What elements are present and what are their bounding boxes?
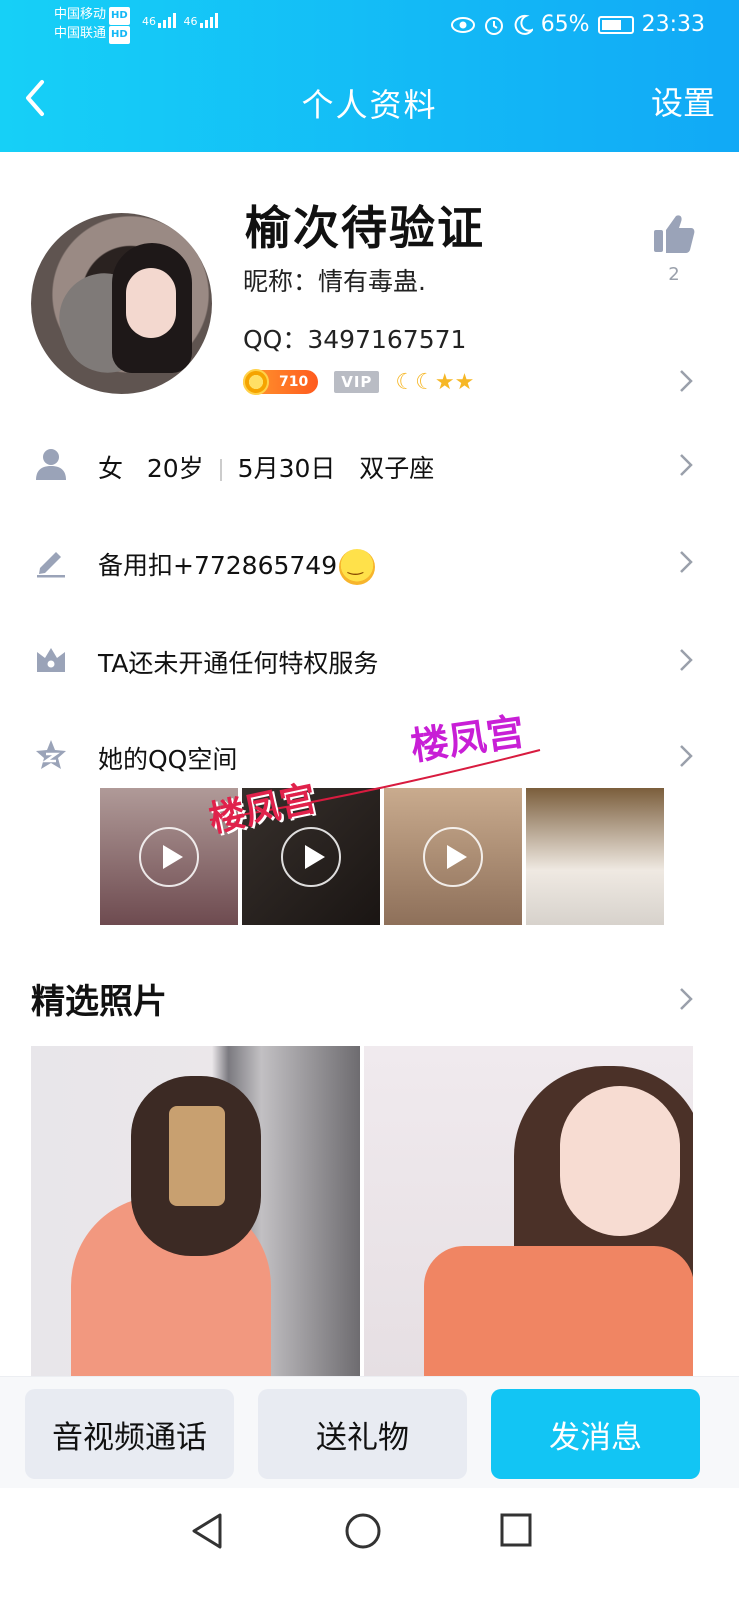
chevron-right-icon xyxy=(678,743,694,769)
birthday: 5月30日 xyxy=(237,454,336,483)
level-stars-icon: ☾☾★★ xyxy=(395,369,475,395)
signal-icon: 46 46 xyxy=(142,12,218,28)
header-bar: 中国移动 HD 中国联通 HD 46 46 65% 23:33 个人资料 设置 xyxy=(0,0,739,152)
recents-square-icon[interactable] xyxy=(499,1512,533,1548)
eye-icon xyxy=(450,16,475,33)
profile-name: 榆次待验证 xyxy=(245,201,485,255)
coin-badge: 710 xyxy=(243,369,319,395)
carrier-2: 中国联通 xyxy=(54,26,107,41)
play-icon xyxy=(423,827,483,887)
avatar[interactable] xyxy=(31,213,212,394)
network-type: 46 xyxy=(142,15,156,28)
signature: 备用扣+772865749 xyxy=(98,546,376,585)
send-message-button[interactable]: 发消息 xyxy=(491,1389,700,1479)
video-call-button[interactable]: 音视频通话 xyxy=(25,1389,234,1479)
zodiac: 双子座 xyxy=(359,454,435,483)
like-count: 2 xyxy=(668,264,680,285)
privilege-text: TA还未开通任何特权服务 xyxy=(98,649,379,678)
selected-photo[interactable] xyxy=(364,1046,693,1376)
nav-bar: 个人资料 设置 xyxy=(0,72,739,128)
selected-photo[interactable] xyxy=(31,1046,360,1376)
person-icon xyxy=(36,449,66,480)
photos-section-title: 精选照片 xyxy=(31,982,167,1022)
battery-percent: 65% xyxy=(540,12,590,37)
carrier-info: 中国移动 HD 中国联通 HD xyxy=(54,6,130,44)
action-bar: 音视频通话 送礼物 发消息 xyxy=(0,1376,739,1488)
coin-icon xyxy=(243,369,269,395)
level-badges[interactable]: 710 VIP ☾☾★★ xyxy=(243,368,474,396)
qzone-star-icon xyxy=(36,740,66,769)
send-gift-button[interactable]: 送礼物 xyxy=(258,1389,467,1479)
clock: 23:33 xyxy=(641,12,705,37)
home-circle-icon[interactable] xyxy=(344,1512,382,1550)
back-triangle-icon[interactable] xyxy=(190,1512,224,1550)
vip-badge: VIP xyxy=(334,371,380,393)
privilege-row[interactable]: TA还未开通任何特权服务 xyxy=(0,630,739,690)
basic-info-row[interactable]: 女 20岁 5月30日 双子座 xyxy=(0,435,739,495)
moon-icon xyxy=(514,14,533,35)
alarm-icon xyxy=(484,16,503,35)
pencil-icon xyxy=(37,552,65,578)
profile-nickname: 昵称：情有毒蛊. xyxy=(243,267,426,296)
hd-badge: HD xyxy=(109,26,130,44)
chevron-right-icon[interactable] xyxy=(678,368,694,394)
smile-emoji-icon xyxy=(339,549,376,585)
page-title: 个人资料 xyxy=(301,86,438,124)
coin-level: 710 xyxy=(279,374,309,390)
signature-text: 备用扣+772865749 xyxy=(98,551,338,580)
carrier-1: 中国移动 xyxy=(54,7,107,22)
settings-button[interactable]: 设置 xyxy=(651,78,715,124)
qzone-photo-thumb[interactable] xyxy=(526,788,664,925)
gender: 女 xyxy=(98,454,124,483)
selected-photos xyxy=(31,1046,693,1376)
basic-info: 女 20岁 5月30日 双子座 xyxy=(98,449,434,485)
age: 20岁 xyxy=(146,454,204,483)
chevron-right-icon xyxy=(678,549,694,575)
network-type: 46 xyxy=(183,15,198,28)
chevron-right-icon xyxy=(678,647,694,673)
system-nav-bar xyxy=(0,1488,739,1600)
profile-qq-number: QQ：3497167571 xyxy=(243,325,467,354)
play-icon xyxy=(139,827,199,887)
crown-icon xyxy=(37,648,65,672)
status-right: 65% 23:33 xyxy=(450,12,705,37)
play-icon xyxy=(281,827,341,887)
thumbs-up-icon xyxy=(654,215,695,253)
chevron-right-icon xyxy=(678,452,694,478)
chevron-right-icon[interactable] xyxy=(678,986,694,1012)
signature-row[interactable]: 备用扣+772865749 xyxy=(0,532,739,592)
hd-badge: HD xyxy=(109,7,130,25)
like-button[interactable]: 2 xyxy=(649,212,699,285)
status-bar: 中国移动 HD 中国联通 HD 46 46 65% 23:33 xyxy=(0,6,739,46)
battery-icon xyxy=(597,15,634,34)
